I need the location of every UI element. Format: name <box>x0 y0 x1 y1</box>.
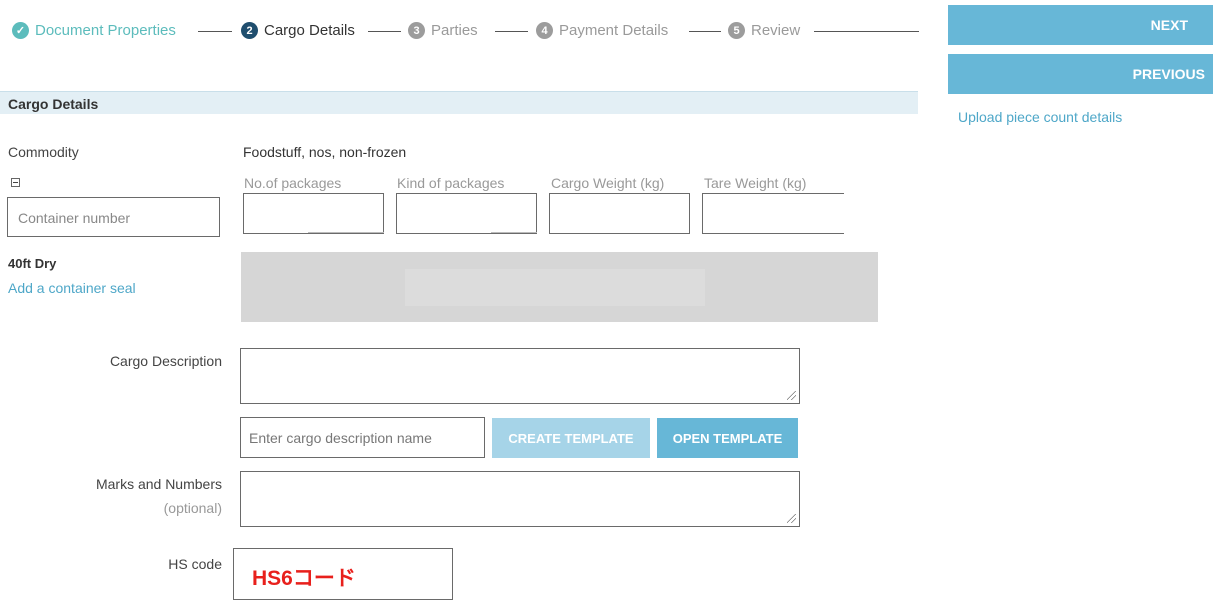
step-number-icon: 3 <box>408 22 425 39</box>
step-number-icon: 5 <box>728 22 745 39</box>
step-cargo-details[interactable]: 2 Cargo Details <box>241 22 355 39</box>
container-number-input[interactable]: Container number <box>7 197 220 237</box>
step-number-icon: 2 <box>241 22 258 39</box>
hs-code-input[interactable]: HS6コード <box>233 548 453 600</box>
commodity-label: Commodity <box>8 144 79 160</box>
step-document-properties[interactable]: ✓ Document Properties <box>12 22 176 39</box>
tare-weight-input[interactable] <box>702 193 844 234</box>
next-button-label: NEXT <box>1150 17 1188 33</box>
step-connector <box>814 31 919 32</box>
step-parties[interactable]: 3 Parties <box>408 22 478 39</box>
container-type: 40ft Dry <box>8 256 57 271</box>
column-header-tare-weight: Tare Weight (kg) <box>704 175 807 191</box>
hs-code-value: HS6コード <box>252 567 356 590</box>
step-number-icon: 4 <box>536 22 553 39</box>
step-label: Parties <box>431 22 478 39</box>
piece-count-panel <box>241 252 878 322</box>
resize-grip-icon[interactable] <box>787 391 796 400</box>
template-name-input[interactable]: Enter cargo description name <box>240 417 485 458</box>
packages-kind-input[interactable] <box>396 193 537 234</box>
container-number-placeholder: Container number <box>18 210 131 226</box>
column-header-packages-count: No.of packages <box>244 175 342 191</box>
minus-square-icon[interactable] <box>11 178 20 187</box>
step-review[interactable]: 5 Review <box>728 22 800 39</box>
step-connector <box>368 31 401 32</box>
cargo-weight-input[interactable] <box>549 193 690 234</box>
step-label: Payment Details <box>559 22 669 39</box>
previous-button-label: PREVIOUS <box>1132 66 1205 82</box>
step-connector <box>495 31 528 32</box>
next-button[interactable]: NEXT <box>948 5 1213 45</box>
hs-code-label: HS code <box>168 556 222 572</box>
step-label: Cargo Details <box>264 22 355 39</box>
step-payment-details[interactable]: 4 Payment Details <box>536 22 668 39</box>
commodity-value: Foodstuff, nos, non-frozen <box>243 144 407 160</box>
cargo-description-label: Cargo Description <box>109 353 222 369</box>
step-connector <box>689 31 721 32</box>
section-header-cargo-details: Cargo Details <box>0 91 918 114</box>
step-label: Document Properties <box>35 22 176 39</box>
marks-numbers-textarea[interactable] <box>240 471 800 527</box>
open-template-button[interactable]: OPEN TEMPLATE <box>657 418 798 458</box>
previous-button[interactable]: PREVIOUS <box>948 54 1213 94</box>
create-template-label: CREATE TEMPLATE <box>508 430 634 446</box>
create-template-button[interactable]: CREATE TEMPLATE <box>492 418 650 458</box>
marks-numbers-label: Marks and Numbers <box>95 476 222 492</box>
column-header-cargo-weight: Cargo Weight (kg) <box>551 175 665 191</box>
resize-grip-icon[interactable] <box>787 514 796 523</box>
step-connector <box>198 31 232 32</box>
check-icon: ✓ <box>12 22 29 39</box>
upload-piece-count-link[interactable]: Upload piece count details <box>958 109 1122 125</box>
marks-numbers-optional: (optional) <box>163 500 222 516</box>
add-container-seal-link[interactable]: Add a container seal <box>8 280 136 296</box>
cargo-description-textarea[interactable] <box>240 348 800 404</box>
open-template-label: OPEN TEMPLATE <box>672 430 783 446</box>
packages-count-input[interactable] <box>243 193 384 234</box>
step-label: Review <box>751 22 801 39</box>
template-name-placeholder: Enter cargo description name <box>249 430 432 446</box>
column-header-packages-kind: Kind of packages <box>397 175 505 191</box>
